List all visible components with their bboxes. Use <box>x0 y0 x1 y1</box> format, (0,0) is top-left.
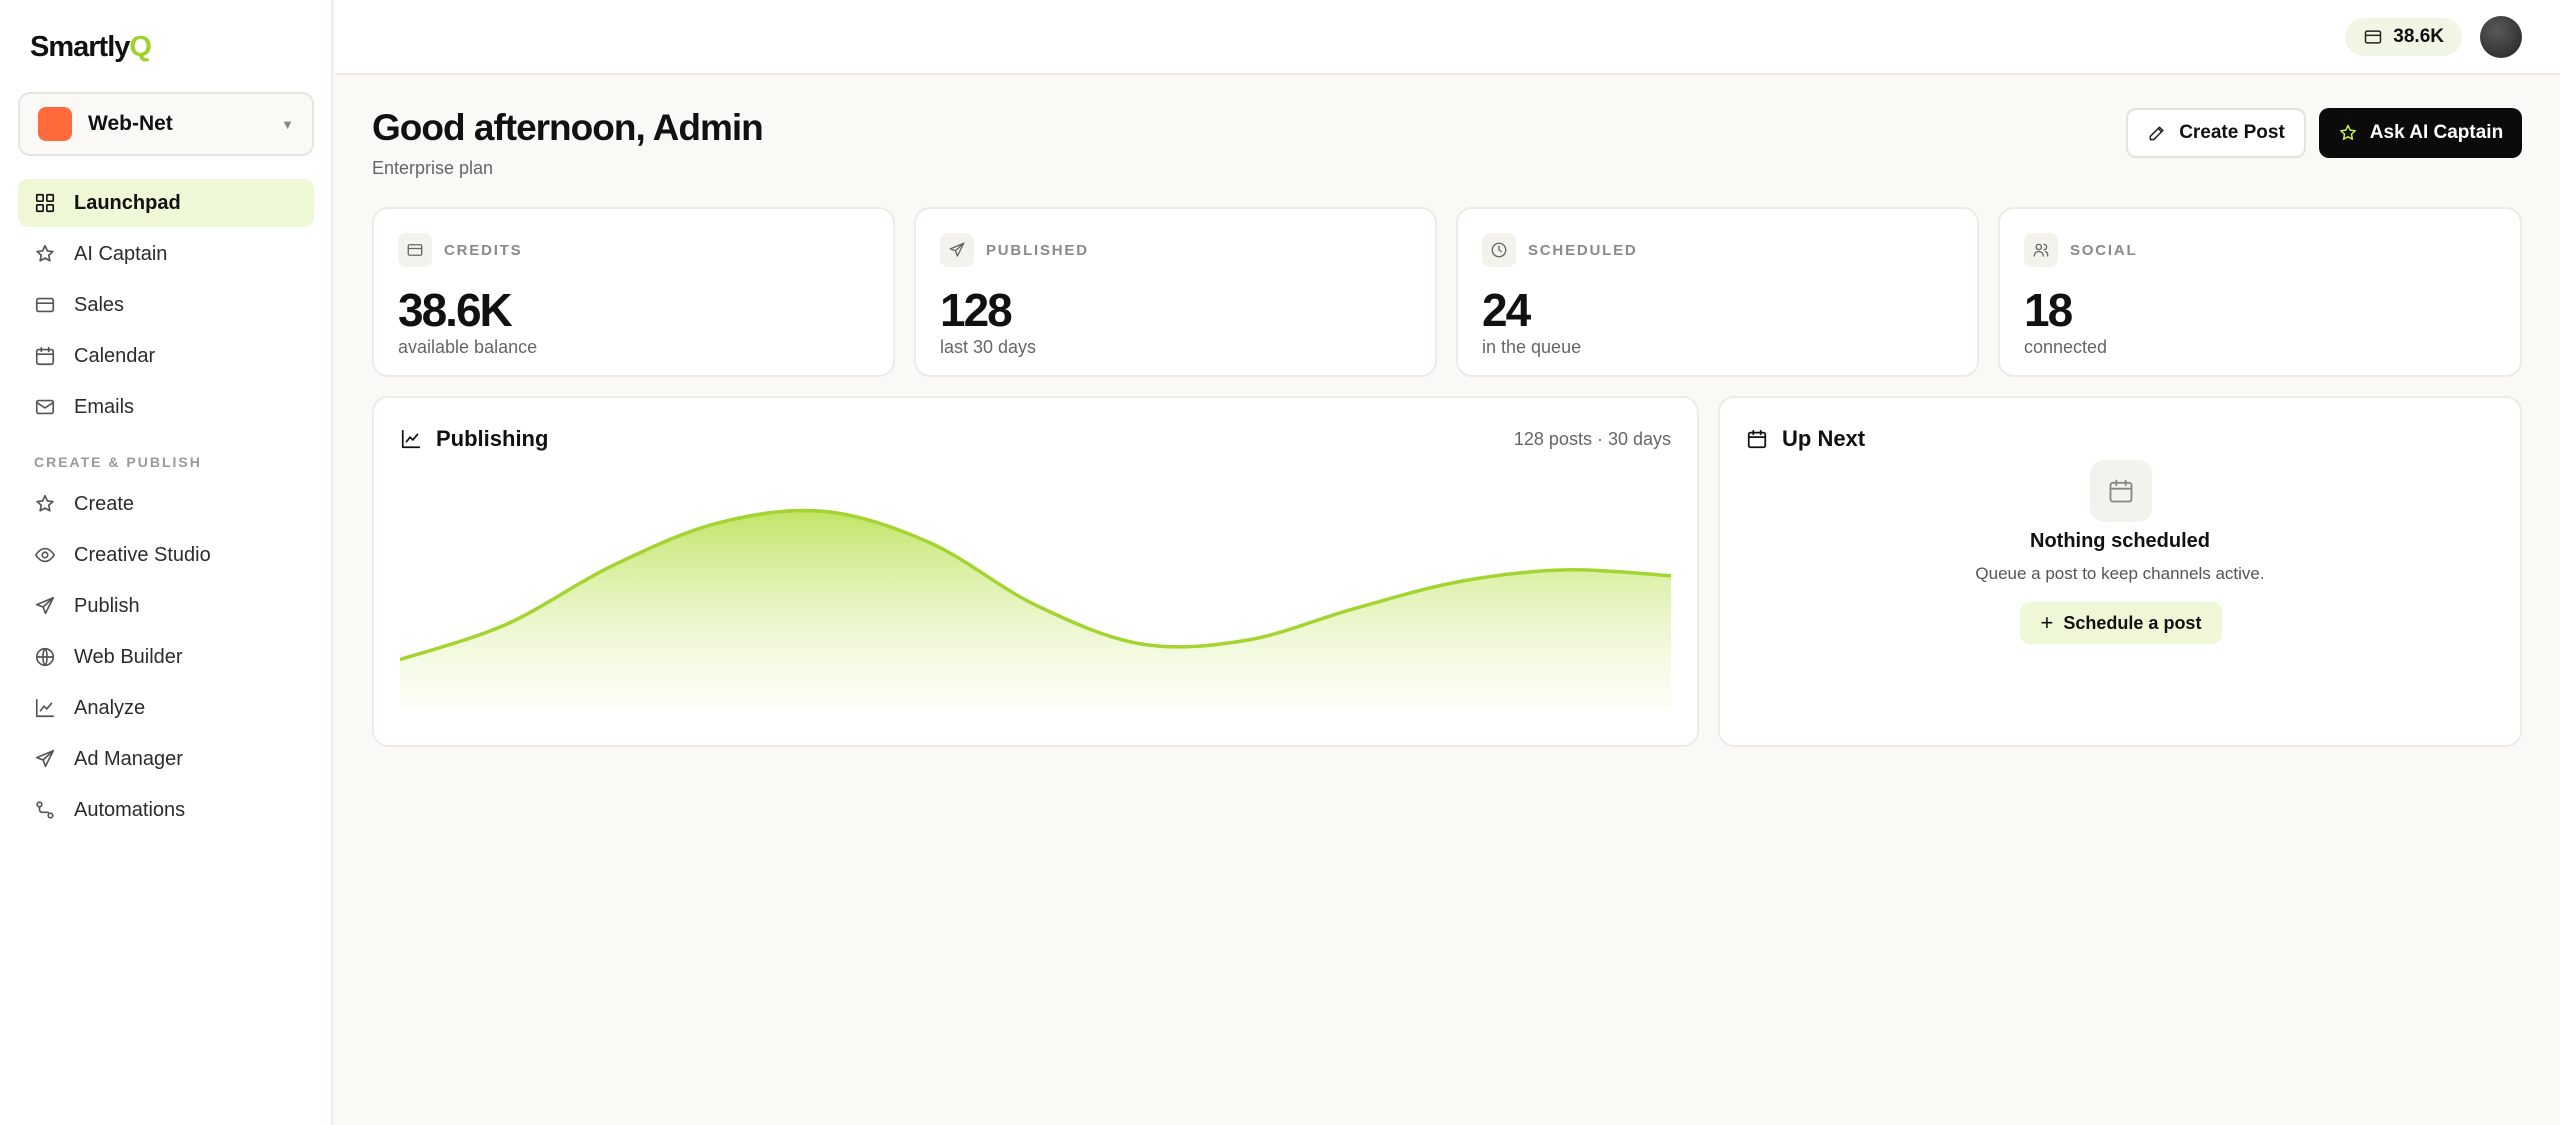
chevron-down-icon: ▼ <box>281 116 294 132</box>
sidebar-item-automations[interactable]: Automations <box>18 786 314 834</box>
page-title: Good afternoon, Admin <box>372 107 764 148</box>
ask-ai-captain-button[interactable]: Ask AI Captain <box>2319 108 2522 158</box>
brand-name: Smartly <box>30 31 130 63</box>
workspace-name: Web-Net <box>88 112 173 135</box>
sidebar-item-label: Sales <box>74 293 125 316</box>
sidebar: SmartlyQ Web-Net ▼ Launchpad AI Captain … <box>0 0 333 1125</box>
card-icon <box>398 233 432 267</box>
sidebar-item-analyze[interactable]: Analyze <box>18 684 314 732</box>
plan-label: Enterprise plan <box>372 158 494 178</box>
calendar-icon <box>34 345 56 367</box>
users-icon <box>2024 233 2058 267</box>
pencil-icon <box>2149 126 2164 141</box>
credits-badge[interactable]: 38.6K <box>2345 18 2462 56</box>
sidebar-item-emails[interactable]: Emails <box>18 383 314 431</box>
star-icon <box>34 243 56 265</box>
sidebar-item-label: Create <box>74 492 135 515</box>
card-icon <box>2365 30 2382 44</box>
brand-accent: Q <box>129 31 152 63</box>
star-icon <box>34 493 56 515</box>
stat-card-credits: CREDITS 38.6K available balance <box>372 207 895 377</box>
clock-icon <box>1482 233 1516 267</box>
stat-value: 18 <box>2024 284 2073 336</box>
ask-ai-captain-label: Ask AI Captain <box>2369 122 2504 143</box>
stat-subtitle: in the queue <box>1482 337 1582 357</box>
sidebar-item-label: Creative Studio <box>74 543 211 566</box>
sidebar-item-web-builder[interactable]: Web Builder <box>18 633 314 681</box>
chart-icon <box>34 697 56 719</box>
stat-card-scheduled: SCHEDULED 24 in the queue <box>1456 207 1979 377</box>
publishing-title: Publishing <box>436 426 549 451</box>
sidebar-item-label: Web Builder <box>74 645 183 668</box>
sidebar-item-label: Ad Manager <box>74 747 183 770</box>
section-label-create-publish: CREATE & PUBLISH <box>34 454 202 470</box>
schedule-post-button[interactable]: + Schedule a post <box>2020 602 2222 644</box>
panel-title: Publishing <box>400 426 548 452</box>
calendar-icon <box>1747 429 1767 449</box>
stat-value: 24 <box>1482 284 1531 336</box>
sidebar-item-label: Launchpad <box>74 191 181 214</box>
stat-header: SCHEDULED <box>1482 233 1638 267</box>
stat-card-published: PUBLISHED 128 last 30 days <box>914 207 1437 377</box>
stat-header: CREDITS <box>398 233 522 267</box>
stat-card-social: SOCIAL 18 connected <box>1998 207 2522 377</box>
create-post-button[interactable]: Create Post <box>2126 108 2306 158</box>
up-next-panel: Up Next Nothing scheduled Queue a post t… <box>1718 396 2522 747</box>
workspace-switcher[interactable]: Web-Net ▼ <box>18 92 314 156</box>
empty-state-title: Nothing scheduled <box>2030 530 2210 552</box>
publishing-meta: 128 posts · 30 days <box>1513 429 1671 449</box>
star-icon <box>2339 124 2356 140</box>
stat-label: PUBLISHED <box>986 241 1089 259</box>
send-icon <box>34 595 56 617</box>
send-icon <box>34 748 56 770</box>
sidebar-item-creative-studio[interactable]: Creative Studio <box>18 531 314 579</box>
stat-value: 128 <box>940 284 1013 336</box>
empty-state-subtitle: Queue a post to keep channels active. <box>1975 564 2265 583</box>
sidebar-item-sales[interactable]: Sales <box>18 281 314 329</box>
avatar[interactable] <box>2480 16 2522 58</box>
sidebar-item-calendar[interactable]: Calendar <box>18 332 314 380</box>
calendar-icon <box>2090 460 2152 522</box>
credits-value: 38.6K <box>2393 26 2444 47</box>
plus-icon: + <box>2040 610 2054 635</box>
chart-icon <box>401 429 421 449</box>
publishing-chart <box>400 508 1671 708</box>
stat-header: PUBLISHED <box>940 233 1089 267</box>
grid-icon <box>34 192 56 214</box>
sidebar-item-label: AI Captain <box>74 242 168 265</box>
eye-icon <box>34 544 56 566</box>
create-post-label: Create Post <box>2179 122 2285 143</box>
sidebar-item-ai-captain[interactable]: AI Captain <box>18 230 314 278</box>
sidebar-item-ad-manager[interactable]: Ad Manager <box>18 735 314 783</box>
sidebar-item-label: Automations <box>74 798 186 821</box>
stat-value: 38.6K <box>398 284 513 336</box>
send-icon <box>940 233 974 267</box>
brand-logo[interactable]: SmartlyQ <box>30 31 152 64</box>
panel-title: Up Next <box>1746 426 1865 452</box>
card-icon <box>34 294 56 316</box>
sidebar-item-label: Emails <box>74 395 135 418</box>
workspace-swatch <box>38 107 72 141</box>
stat-label: CREDITS <box>444 241 523 259</box>
publishing-panel: Publishing 128 posts · 30 days <box>372 396 1699 747</box>
chart-area-fill <box>400 510 1671 708</box>
flow-icon <box>34 799 56 821</box>
sidebar-item-label: Analyze <box>74 696 146 719</box>
sidebar-item-create[interactable]: Create <box>18 480 314 528</box>
stat-subtitle: last 30 days <box>940 337 1037 357</box>
up-next-title: Up Next <box>1782 426 1866 451</box>
stat-label: SCHEDULED <box>1528 241 1638 259</box>
stat-label: SOCIAL <box>2070 241 2138 259</box>
sidebar-item-launchpad[interactable]: Launchpad <box>18 179 314 227</box>
sidebar-item-label: Publish <box>74 594 140 617</box>
sidebar-item-publish[interactable]: Publish <box>18 582 314 630</box>
stat-subtitle: available balance <box>398 337 538 357</box>
topbar: 38.6K <box>335 0 2560 75</box>
schedule-post-label: Schedule a post <box>2063 612 2202 633</box>
stat-subtitle: connected <box>2024 337 2108 357</box>
globe-icon <box>34 646 56 668</box>
stat-header: SOCIAL <box>2024 233 2137 267</box>
mail-icon <box>34 396 56 418</box>
sidebar-item-label: Calendar <box>74 344 156 367</box>
